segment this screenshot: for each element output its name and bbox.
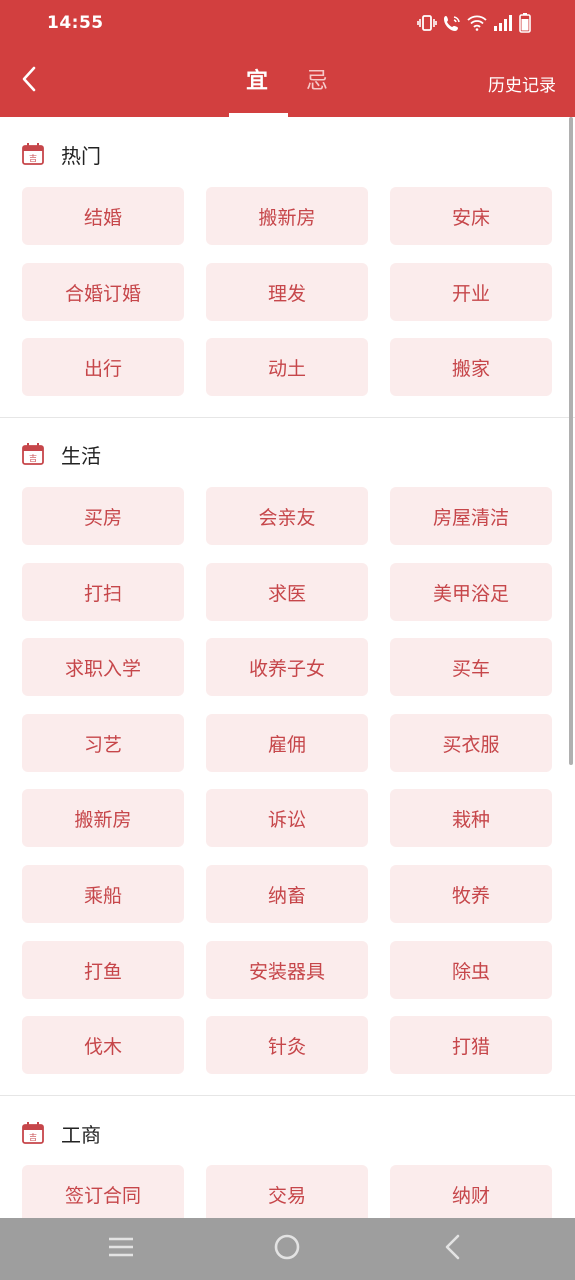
item-chip[interactable]: 买衣服: [390, 714, 552, 772]
section-header: 吉 工商: [22, 1118, 101, 1148]
home-button[interactable]: [267, 1234, 307, 1264]
item-chip[interactable]: 打鱼: [22, 941, 184, 999]
svg-text:吉: 吉: [29, 1133, 37, 1142]
item-chip[interactable]: 买车: [390, 638, 552, 696]
calendar-icon: 吉: [22, 143, 44, 165]
wifi-icon: [467, 15, 487, 31]
wifi-call-icon: [443, 14, 461, 32]
status-icons: [417, 12, 531, 34]
calendar-icon: 吉: [22, 443, 44, 465]
item-chip[interactable]: 签订合同: [22, 1165, 184, 1218]
item-chip[interactable]: 会亲友: [206, 487, 368, 545]
recent-apps-button[interactable]: [101, 1234, 141, 1264]
item-chip[interactable]: 诉讼: [206, 789, 368, 847]
chevron-left-icon: [21, 66, 37, 96]
item-chip[interactable]: 雇佣: [206, 714, 368, 772]
item-chip[interactable]: 合婚订婚: [22, 263, 184, 321]
system-nav-bar: [0, 1218, 575, 1280]
item-chip[interactable]: 栽种: [390, 789, 552, 847]
app-header: 14:55 宜 忌 历史记录: [0, 0, 575, 117]
item-chip[interactable]: 结婚: [22, 187, 184, 245]
status-time: 14:55: [47, 13, 104, 33]
section-divider: [0, 417, 575, 418]
tab-yi[interactable]: 宜: [246, 66, 268, 98]
back-button[interactable]: [16, 64, 42, 98]
item-chip[interactable]: 搬新房: [22, 789, 184, 847]
back-triangle-icon: [442, 1234, 462, 1264]
item-chip[interactable]: 打猎: [390, 1016, 552, 1074]
item-chip[interactable]: 纳畜: [206, 865, 368, 923]
system-back-button[interactable]: [432, 1234, 472, 1264]
item-chip[interactable]: 出行: [22, 338, 184, 396]
section-header: 吉 热门: [22, 139, 101, 169]
svg-text:吉: 吉: [29, 454, 37, 463]
item-chip[interactable]: 动土: [206, 338, 368, 396]
section-title: 工商: [61, 1122, 101, 1147]
content-scroll-area[interactable]: 吉 热门 结婚 搬新房 安床 合婚订婚 理发 开业 出行 动土 搬家 吉 生活 …: [0, 117, 575, 1218]
item-chip[interactable]: 除虫: [390, 941, 552, 999]
section-divider: [0, 1095, 575, 1096]
item-chip[interactable]: 求职入学: [22, 638, 184, 696]
item-chip[interactable]: 收养子女: [206, 638, 368, 696]
section-title: 热门: [61, 143, 101, 168]
item-chip[interactable]: 搬新房: [206, 187, 368, 245]
item-chip[interactable]: 理发: [206, 263, 368, 321]
item-chip[interactable]: 房屋清洁: [390, 487, 552, 545]
signal-icon: [493, 15, 513, 31]
menu-icon: [107, 1236, 135, 1262]
item-chip[interactable]: 安装器具: [206, 941, 368, 999]
battery-icon: [519, 13, 531, 33]
home-circle-icon: [273, 1233, 301, 1265]
item-chip[interactable]: 乘船: [22, 865, 184, 923]
item-chip[interactable]: 搬家: [390, 338, 552, 396]
item-chip[interactable]: 牧养: [390, 865, 552, 923]
svg-text:吉: 吉: [29, 154, 37, 163]
history-button[interactable]: 历史记录: [488, 71, 556, 96]
item-chip[interactable]: 交易: [206, 1165, 368, 1218]
calendar-icon: 吉: [22, 1122, 44, 1144]
vibrate-icon: [417, 15, 437, 31]
scrollbar[interactable]: [569, 117, 573, 765]
tab-ji[interactable]: 忌: [306, 66, 328, 98]
item-chip[interactable]: 开业: [390, 263, 552, 321]
section-title: 生活: [61, 443, 101, 468]
item-chip[interactable]: 求医: [206, 563, 368, 621]
item-chip[interactable]: 美甲浴足: [390, 563, 552, 621]
item-chip[interactable]: 针灸: [206, 1016, 368, 1074]
item-chip[interactable]: 纳财: [390, 1165, 552, 1218]
item-chip[interactable]: 安床: [390, 187, 552, 245]
section-header: 吉 生活: [22, 439, 101, 469]
item-chip[interactable]: 习艺: [22, 714, 184, 772]
item-chip[interactable]: 打扫: [22, 563, 184, 621]
item-chip[interactable]: 伐木: [22, 1016, 184, 1074]
item-chip[interactable]: 买房: [22, 487, 184, 545]
